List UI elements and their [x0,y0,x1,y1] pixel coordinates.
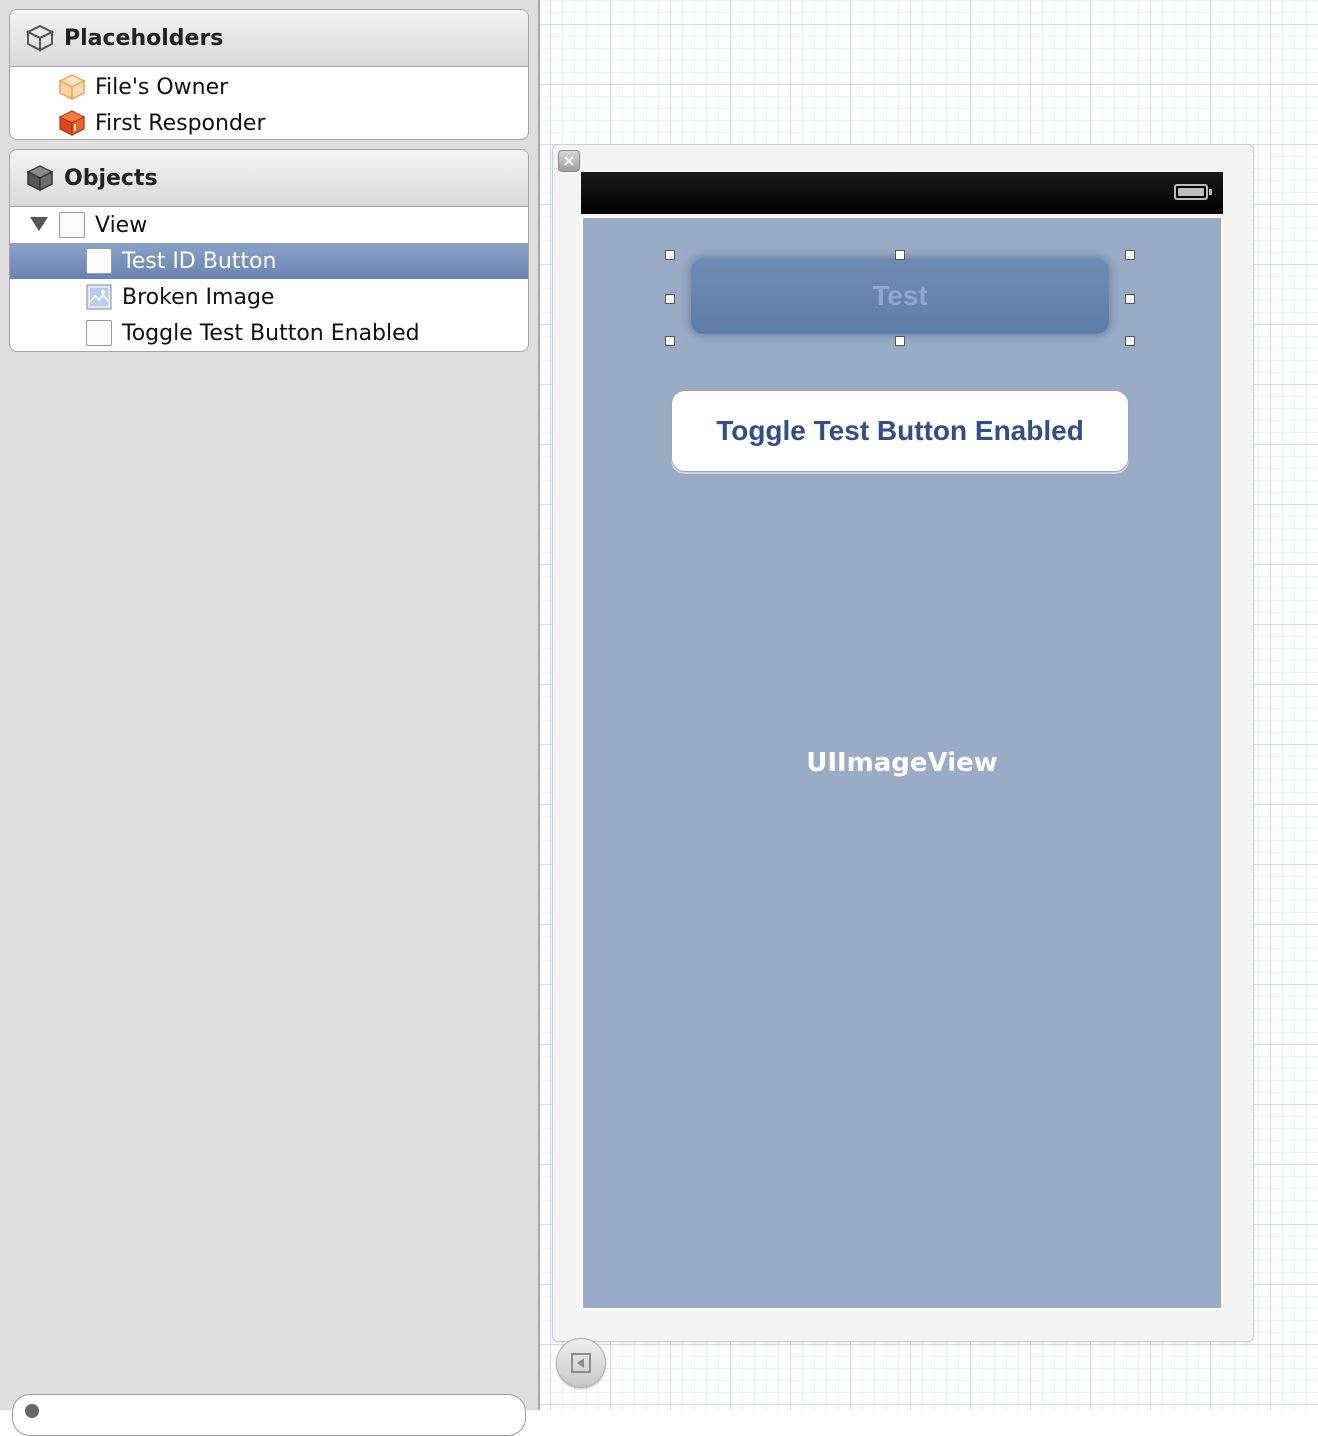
button-placeholder-icon [86,248,112,274]
image-view-icon [86,284,112,310]
outline-item-label: Toggle Test Button Enabled [122,320,420,346]
close-scene-icon[interactable]: × [558,150,580,172]
outline-item-test-id-button[interactable]: Test ID Button [10,243,528,279]
objects-cube-icon [26,164,54,192]
outline-item-label: View [95,212,148,238]
back-arrow-icon [571,1353,591,1373]
outline-item-broken-image[interactable]: Broken Image [10,279,528,315]
outline-item-label: File's Owner [95,74,229,100]
resize-handle-bottom-left[interactable] [665,336,675,346]
interface-builder-canvas[interactable]: × Test Toggle Test Button Enabled UIImag… [540,0,1318,1410]
outline-item-label: Broken Image [122,284,275,310]
placeholders-title: Placeholders [64,25,224,51]
resize-handle-left[interactable] [665,294,675,304]
resize-handle-bottom[interactable] [895,336,905,346]
outline-item-files-owner[interactable]: File's Owner [10,69,528,105]
test-button-label: Test [872,280,928,311]
outline-filter-field[interactable] [12,1394,526,1436]
battery-icon [1174,184,1212,200]
placeholders-section: Placeholders File's Owner First Responde… [9,9,529,140]
simulated-status-bar [581,172,1223,214]
button-placeholder-icon [86,320,112,346]
resize-handle-top[interactable] [895,250,905,260]
disclosure-triangle-icon[interactable] [30,217,48,231]
dock-back-button[interactable] [556,1338,606,1388]
toggle-test-button-enabled-button[interactable]: Toggle Test Button Enabled [671,390,1129,472]
filter-search-icon [25,1404,39,1418]
outline-item-label: First Responder [95,110,266,136]
resize-handle-top-left[interactable] [665,250,675,260]
root-view[interactable]: Test Toggle Test Button Enabled UIImageV… [581,216,1223,1310]
toggle-button-label: Toggle Test Button Enabled [716,415,1084,446]
outline-item-label: Test ID Button [122,248,277,274]
resize-handle-bottom-right[interactable] [1125,336,1135,346]
objects-header[interactable]: Objects [10,150,528,207]
image-view-label: UIImageView [806,748,998,778]
first-responder-cube-icon [58,110,86,136]
resize-handle-top-right[interactable] [1125,250,1135,260]
resize-handle-right[interactable] [1125,294,1135,304]
objects-title: Objects [64,165,158,191]
files-owner-cube-icon [58,74,86,101]
placeholders-cube-icon [25,24,55,52]
outline-item-toggle-test-button-enabled[interactable]: Toggle Test Button Enabled [10,315,528,351]
test-id-button[interactable]: Test [691,258,1109,334]
view-placeholder-icon [59,212,85,238]
placeholders-header[interactable]: Placeholders [10,10,528,67]
outline-item-first-responder[interactable]: First Responder [10,105,528,139]
outline-item-view[interactable]: View [10,207,528,243]
document-outline: Placeholders File's Owner First Responde… [0,0,538,1436]
objects-section: Objects View Test ID Button Broken Image [9,149,529,352]
